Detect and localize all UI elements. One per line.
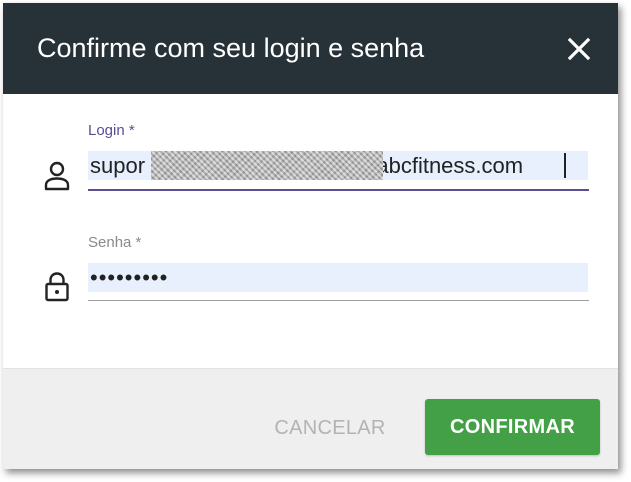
close-button[interactable] — [563, 33, 595, 65]
senha-label: Senha * — [88, 234, 142, 251]
cancel-button[interactable]: CANCELAR — [265, 400, 395, 456]
senha-underline — [88, 300, 589, 301]
dialog-title: Confirme com seu login e senha — [37, 33, 425, 63]
text-caret — [564, 153, 566, 178]
login-confirm-dialog: Confirme com seu login e senha Login * s… — [3, 3, 618, 469]
dialog-footer: CANCELAR CONFIRMAR — [3, 368, 618, 469]
dialog-header: Confirme com seu login e senha — [3, 3, 618, 94]
confirm-button[interactable]: CONFIRMAR — [425, 399, 600, 455]
login-underline — [88, 189, 589, 191]
dialog-body: Login * Senha * — [3, 94, 618, 368]
redacted-area — [151, 151, 383, 180]
close-icon — [567, 37, 591, 61]
senha-input[interactable] — [88, 263, 588, 292]
lock-icon — [43, 270, 71, 304]
login-label: Login * — [88, 122, 135, 139]
person-icon — [43, 160, 71, 194]
